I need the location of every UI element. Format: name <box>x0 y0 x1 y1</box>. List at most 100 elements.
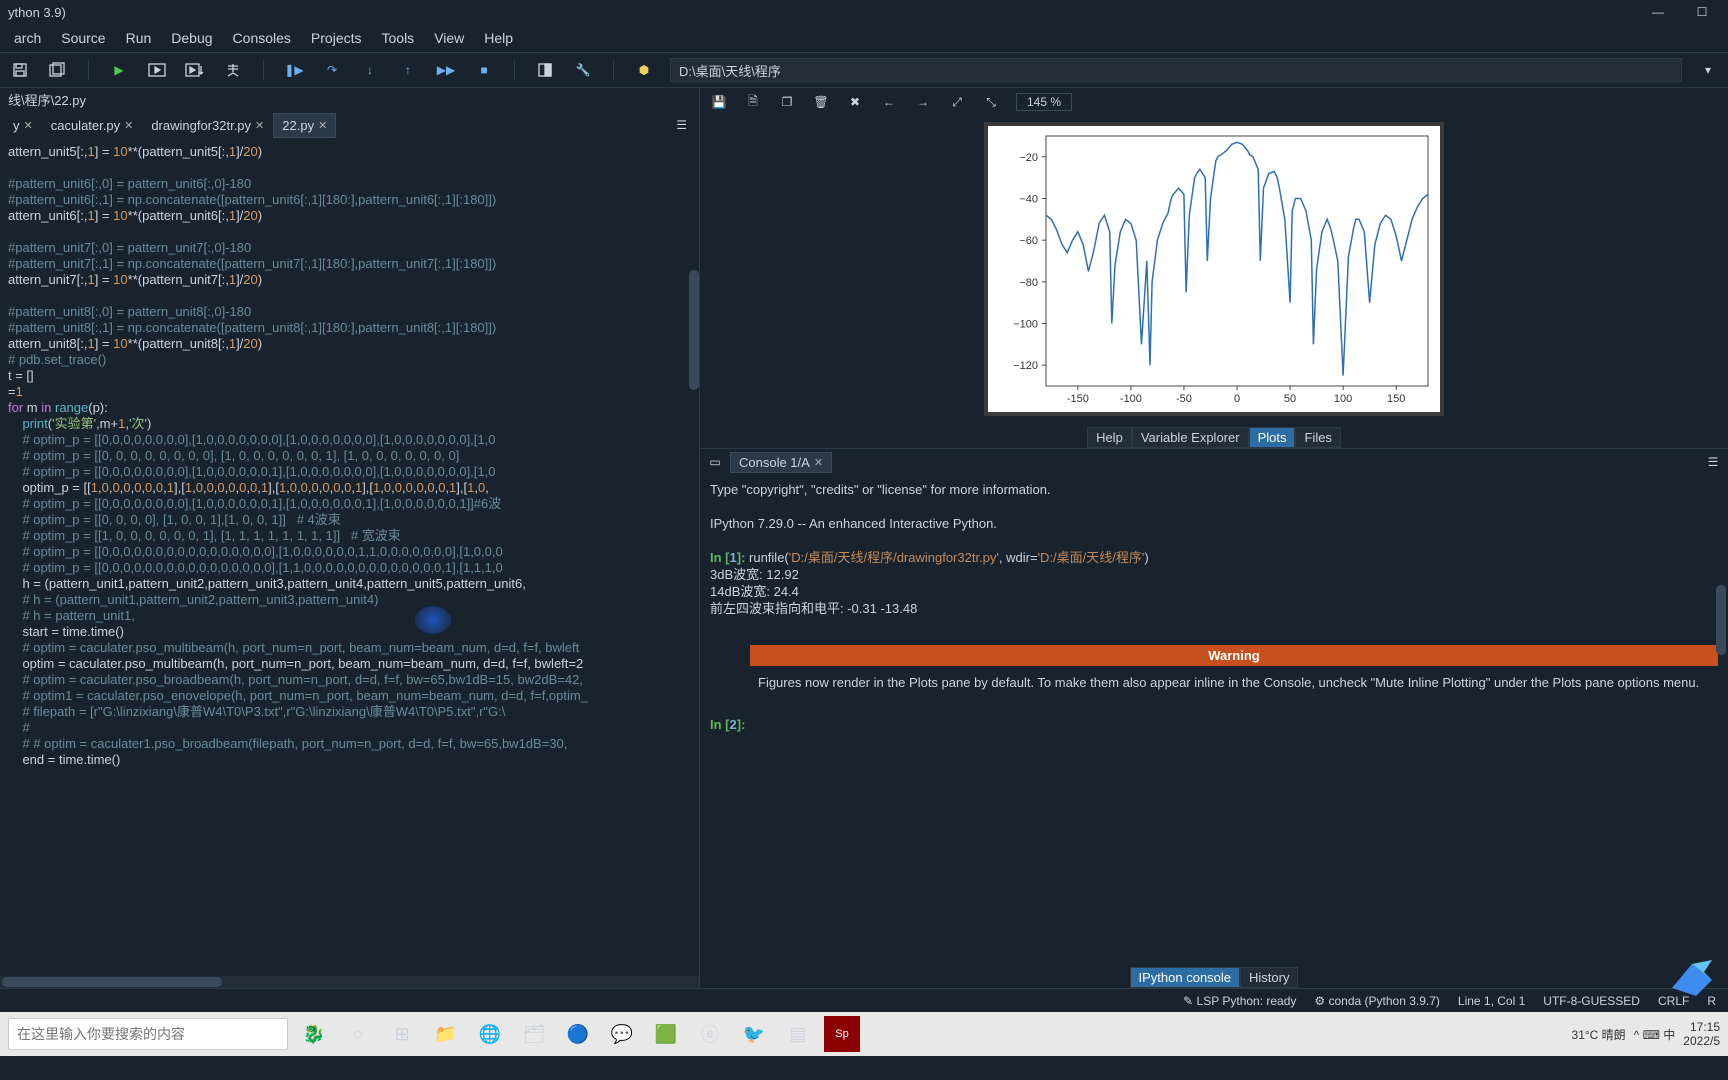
code-editor[interactable]: attern_unit5[:,1] = 10**(pattern_unit5[:… <box>0 140 699 976</box>
console-output[interactable]: Type "copyright", "credits" or "license"… <box>700 475 1728 966</box>
run-cell-advance-icon[interactable] <box>183 58 207 82</box>
maximize-pane-icon[interactable] <box>533 58 557 82</box>
feishu-logo-icon[interactable] <box>1664 952 1720 1008</box>
step-into-icon[interactable]: ↓ <box>358 58 382 82</box>
plot-deleteall-icon[interactable]: ✖ <box>846 93 864 111</box>
ime-indicator[interactable]: ^ ⌨ 中 <box>1634 1026 1676 1043</box>
console-pane: ▭ Console 1/A✕ ☰ Type "copyright", "cred… <box>700 448 1728 988</box>
plot-chart: -150-100-50050100150−20−40−60−80−100−120 <box>988 126 1440 412</box>
scrollbar-thumb[interactable] <box>2 977 222 987</box>
path-dropdown-icon[interactable]: ▾ <box>1696 58 1720 82</box>
taskbar: 🐉 ○ ⊞ 📁 🌐 🗂 🔵 💬 🟩 ⓔ 🐦 ▤ Sp 31°C 晴朗 ^ ⌨ 中… <box>0 1012 1728 1056</box>
close-icon[interactable]: ✕ <box>318 119 327 132</box>
menu-tools[interactable]: Tools <box>372 26 425 50</box>
close-icon[interactable]: ✕ <box>814 456 823 469</box>
python-path-icon[interactable]: ⬢ <box>632 58 656 82</box>
plot-area: -150-100-50050100150−20−40−60−80−100−120 <box>700 116 1728 426</box>
step-over-icon[interactable]: ↷ <box>320 58 344 82</box>
tab-22[interactable]: 22.py✕ <box>273 113 336 138</box>
tab-label: caculater.py <box>51 118 120 133</box>
svg-text:−60: −60 <box>1019 235 1038 247</box>
close-icon[interactable]: ✕ <box>24 119 33 132</box>
pane-tab-varexp[interactable]: Variable Explorer <box>1132 427 1249 448</box>
editor-tabbar: y✕ caculater.py ✕ drawingfor32tr.py ✕ 22.p… <box>0 110 699 140</box>
pane-tab-files[interactable]: Files <box>1295 427 1340 448</box>
window-title: ython 3.9) <box>8 5 66 20</box>
tab-drawingfor32tr[interactable]: drawingfor32tr.py ✕ <box>142 113 273 138</box>
maximize-button[interactable]: ☐ <box>1684 5 1720 19</box>
svg-text:0: 0 <box>1234 393 1240 405</box>
menu-projects[interactable]: Projects <box>301 26 372 50</box>
taskbar-app-spyder[interactable]: Sp <box>824 1016 860 1052</box>
taskbar-app-chrome[interactable]: 🌐 <box>472 1016 508 1052</box>
save-icon[interactable] <box>8 58 32 82</box>
taskbar-app-edge[interactable]: ▤ <box>780 1016 816 1052</box>
preferences-icon[interactable]: 🔧 <box>571 58 595 82</box>
plot-save-icon[interactable]: 💾 <box>710 93 728 111</box>
console-tabbar: ▭ Console 1/A✕ ☰ <box>700 449 1728 475</box>
taskbar-app-taskview[interactable]: ⊞ <box>384 1016 420 1052</box>
taskbar-search[interactable] <box>8 1018 288 1050</box>
clock-time[interactable]: 17:15 <box>1683 1020 1720 1034</box>
status-position: Line 1, Col 1 <box>1458 994 1525 1008</box>
console-options-icon[interactable]: ☰ <box>1704 453 1722 471</box>
menu-search[interactable]: arch <box>4 26 51 50</box>
clock-date[interactable]: 2022/5 <box>1683 1034 1720 1048</box>
weather-widget[interactable]: 31°C 晴朗 <box>1572 1026 1626 1043</box>
tab-history[interactable]: History <box>1240 967 1298 988</box>
minimize-button[interactable]: — <box>1640 5 1676 19</box>
status-lsp[interactable]: ✎ LSP Python: ready <box>1183 994 1296 1008</box>
pane-tab-plots[interactable]: Plots <box>1249 427 1296 448</box>
status-conda[interactable]: ⚙ conda (Python 3.9.7) <box>1314 994 1440 1008</box>
taskbar-app-folder[interactable]: 🗂 <box>516 1016 552 1052</box>
taskbar-app-wechat[interactable]: 💬 <box>604 1016 640 1052</box>
plot-zoomout-icon[interactable]: ⤡ <box>982 93 1000 111</box>
plot-prev-icon[interactable]: ← <box>880 93 898 111</box>
taskbar-app-feishu[interactable]: 🐦 <box>736 1016 772 1052</box>
plot-zoomin-icon[interactable]: ⤢ <box>948 93 966 111</box>
run-selection-icon[interactable] <box>221 58 245 82</box>
plot-toolbar: 💾 🗎 ❐ 🗑 ✖ ← → ⤢ ⤡ 145 % <box>700 88 1728 116</box>
pane-tab-help[interactable]: Help <box>1087 427 1132 448</box>
console-menu-icon[interactable]: ▭ <box>706 453 724 471</box>
step-out-icon[interactable]: ↑ <box>396 58 420 82</box>
console-vscrollbar[interactable] <box>1716 585 1726 655</box>
menu-run[interactable]: Run <box>116 26 162 50</box>
svg-text:−20: −20 <box>1019 152 1038 164</box>
plot-copy-icon[interactable]: ❐ <box>778 93 796 111</box>
plot-delete-icon[interactable]: 🗑 <box>812 93 830 111</box>
svg-text:50: 50 <box>1284 393 1296 405</box>
menu-help[interactable]: Help <box>474 26 523 50</box>
tab-py[interactable]: y✕ <box>4 113 42 138</box>
close-icon[interactable]: ✕ <box>255 119 264 132</box>
menubar: arch Source Run Debug Consoles Projects … <box>0 24 1728 52</box>
editor-vscrollbar[interactable] <box>689 270 699 390</box>
tab-caculater[interactable]: caculater.py ✕ <box>42 113 143 138</box>
taskbar-app-ie[interactable]: ⓔ <box>692 1016 728 1052</box>
plot-saveall-icon[interactable]: 🗎 <box>744 93 762 111</box>
taskbar-app-assistant[interactable]: 🐉 <box>296 1016 332 1052</box>
menu-view[interactable]: View <box>424 26 474 50</box>
taskbar-app-cortana[interactable]: ○ <box>340 1016 376 1052</box>
stop-icon[interactable]: ■ <box>472 58 496 82</box>
tab-menu-icon[interactable]: ☰ <box>668 114 695 136</box>
save-all-icon[interactable] <box>46 58 70 82</box>
taskbar-app-explorer[interactable]: 📁 <box>428 1016 464 1052</box>
continue-icon[interactable]: ▶▶ <box>434 58 458 82</box>
tab-label: drawingfor32tr.py <box>151 118 251 133</box>
debug-icon[interactable]: ❚▶ <box>282 58 306 82</box>
editor-hscrollbar[interactable] <box>0 976 699 988</box>
taskbar-app-pycharm[interactable]: 🟩 <box>648 1016 684 1052</box>
breadcrumb: 线\程序\22.py <box>0 88 699 110</box>
menu-debug[interactable]: Debug <box>161 26 222 50</box>
taskbar-app-browser[interactable]: 🔵 <box>560 1016 596 1052</box>
close-icon[interactable]: ✕ <box>124 119 133 132</box>
menu-source[interactable]: Source <box>51 26 115 50</box>
tab-ipython-console[interactable]: IPython console <box>1130 967 1241 988</box>
menu-consoles[interactable]: Consoles <box>223 26 301 50</box>
plot-next-icon[interactable]: → <box>914 93 932 111</box>
working-directory-input[interactable] <box>670 58 1682 82</box>
console-tab[interactable]: Console 1/A✕ <box>730 452 832 473</box>
run-icon[interactable]: ▶ <box>107 58 131 82</box>
run-cell-icon[interactable] <box>145 58 169 82</box>
